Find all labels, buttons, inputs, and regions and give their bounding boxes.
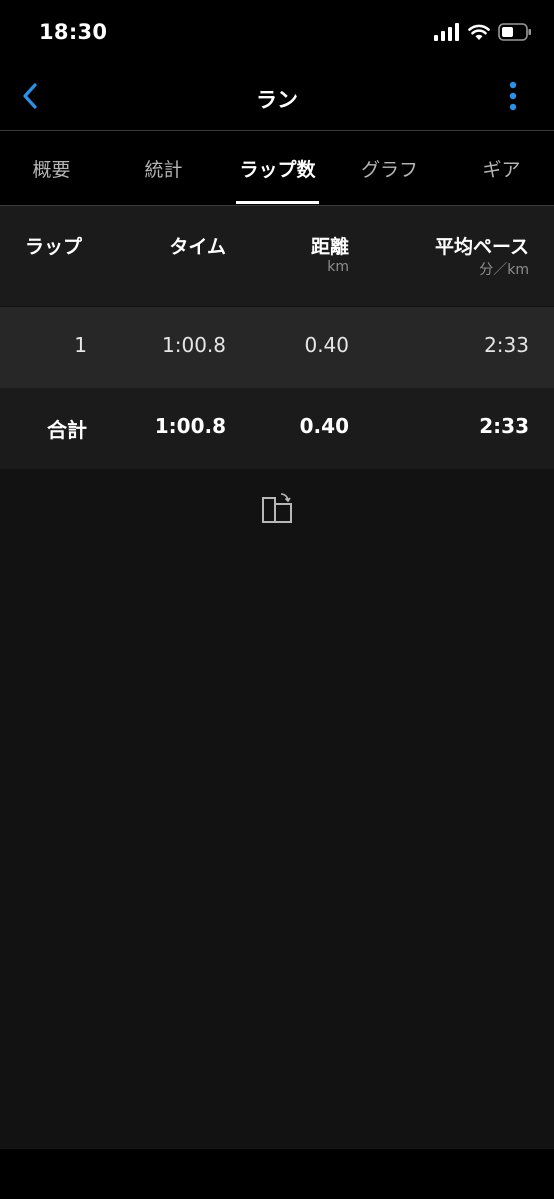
- total-row: 合計 1:00.8 0.40 2:33: [0, 388, 554, 469]
- laps-table-header: ラップ タイム 距離 km 平均ペース 分／km: [0, 206, 554, 306]
- wifi-icon: [468, 23, 490, 45]
- lap-avg-pace: 2:33: [484, 333, 529, 357]
- column-header-avg-pace: 平均ペース: [434, 236, 529, 258]
- lap-time: 1:00.8: [162, 333, 226, 357]
- column-header-distance: 距離: [310, 236, 349, 258]
- total-avg-pace: 2:33: [479, 414, 529, 438]
- tab-laps[interactable]: ラップ数: [226, 131, 329, 205]
- column-unit-distance: km: [327, 259, 349, 275]
- status-icons: [434, 22, 532, 46]
- status-bar: 18:30: [0, 0, 554, 68]
- navigation-bar: ラン: [0, 68, 554, 130]
- tab-gear[interactable]: ギア: [454, 131, 549, 205]
- laps-content: ラップ タイム 距離 km 平均ペース 分／km 1 1:00.8 0.40 2…: [0, 206, 554, 1149]
- status-time: 18:30: [39, 20, 108, 44]
- rotate-screen-button[interactable]: [260, 492, 294, 526]
- bottom-bar: [0, 1149, 554, 1199]
- column-header-lap: ラップ: [25, 236, 83, 258]
- tab-graph[interactable]: グラフ: [342, 131, 437, 205]
- column-header-time: タイム: [169, 236, 226, 258]
- active-tab-indicator: [236, 201, 319, 204]
- tab-overview[interactable]: 概要: [4, 131, 99, 205]
- total-label: 合計: [47, 418, 87, 442]
- tab-stats[interactable]: 統計: [116, 131, 211, 205]
- total-distance: 0.40: [299, 414, 349, 438]
- column-unit-avg-pace: 分／km: [479, 262, 529, 278]
- cellular-signal-icon: [434, 23, 460, 45]
- lap-number: 1: [74, 333, 87, 357]
- page-title: ラン: [256, 88, 298, 112]
- lap-row[interactable]: 1 1:00.8 0.40 2:33: [0, 307, 554, 388]
- more-vertical-icon: [509, 81, 517, 115]
- total-time: 1:00.8: [154, 414, 226, 438]
- battery-icon: [498, 23, 532, 45]
- more-options-button[interactable]: [500, 80, 526, 116]
- lap-distance: 0.40: [304, 333, 349, 357]
- tab-bar: 概要 統計 ラップ数 グラフ ギア: [0, 131, 554, 205]
- rotate-screen-icon: [260, 493, 294, 530]
